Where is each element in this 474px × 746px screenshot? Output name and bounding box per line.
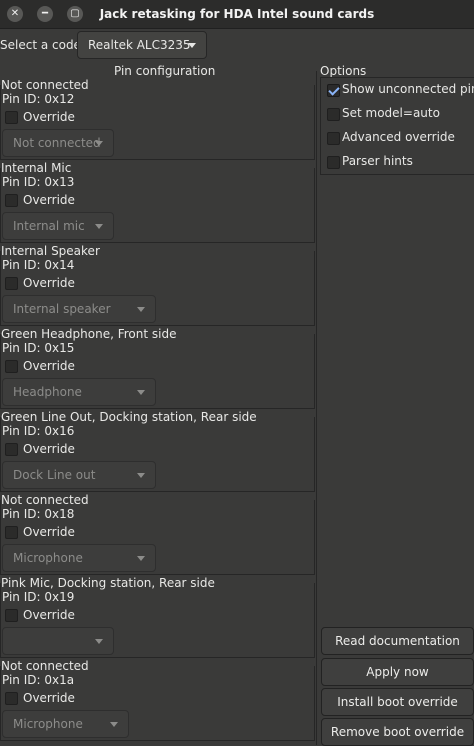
override-label[interactable]: Override — [23, 442, 75, 456]
chevron-down-icon — [95, 224, 103, 229]
override-label[interactable]: Override — [23, 608, 75, 622]
chevron-down-icon — [137, 307, 145, 312]
codec-select-value: Realtek ALC3235 — [88, 38, 191, 52]
pin-group: Internal Mic Pin ID: 0x13 Override Inter… — [0, 161, 315, 244]
checkbox-icon[interactable] — [327, 108, 340, 121]
options-panel: Show unconnected pins Set model=auto Adv… — [320, 77, 474, 175]
override-checkbox[interactable] — [5, 194, 18, 207]
pin-configuration-panel: Not connected Pin ID: 0x12 Override Not … — [0, 71, 317, 745]
pin-function-value: Microphone — [13, 551, 83, 565]
chevron-down-icon — [110, 722, 118, 727]
title-bar: ✕ ━ ▢ Jack retasking for HDA Intel sound… — [0, 0, 474, 29]
chevron-down-icon — [137, 473, 145, 478]
pin-function-value: Dock Line out — [13, 468, 96, 482]
pin-group: Green Headphone, Front side Pin ID: 0x15… — [0, 327, 315, 410]
pin-function-value: Microphone — [13, 717, 83, 731]
apply-now-button[interactable]: Apply now — [321, 658, 474, 686]
pin-function-select[interactable]: Internal mic — [2, 212, 114, 240]
option-advanced-override[interactable]: Advanced override — [321, 127, 474, 149]
read-documentation-button[interactable]: Read documentation — [321, 627, 474, 655]
pin-function-select[interactable]: Microphone — [2, 710, 129, 738]
option-parser-hints[interactable]: Parser hints — [321, 151, 474, 173]
override-label[interactable]: Override — [23, 691, 75, 705]
pin-id: Pin ID: 0x18 — [2, 507, 75, 521]
pin-id: Pin ID: 0x1a — [2, 673, 75, 687]
chevron-down-icon — [137, 556, 145, 561]
option-label: Set model=auto — [342, 106, 440, 120]
pin-function-select[interactable]: Not connected — [2, 129, 114, 157]
override-checkbox[interactable] — [5, 443, 18, 456]
override-checkbox[interactable] — [5, 111, 18, 124]
override-checkbox[interactable] — [5, 360, 18, 373]
chevron-down-icon — [95, 141, 103, 146]
checkbox-icon[interactable] — [327, 132, 340, 145]
pin-function-value: Headphone — [13, 385, 82, 399]
pin-function-select[interactable] — [2, 627, 114, 655]
chevron-down-icon — [188, 43, 196, 48]
chevron-down-icon — [137, 390, 145, 395]
option-label: Advanced override — [342, 130, 455, 144]
pin-function-select[interactable]: Internal speaker — [2, 295, 156, 323]
override-label[interactable]: Override — [23, 359, 75, 373]
checkbox-checked-icon[interactable] — [327, 84, 340, 97]
override-label[interactable]: Override — [23, 110, 75, 124]
pin-group: Not connected Pin ID: 0x12 Override Not … — [0, 78, 315, 161]
option-show-unconnected-pins[interactable]: Show unconnected pins — [321, 79, 474, 101]
pin-id: Pin ID: 0x13 — [2, 175, 75, 189]
pin-function-select[interactable]: Headphone — [2, 378, 156, 406]
pin-id: Pin ID: 0x16 — [2, 424, 75, 438]
remove-boot-override-button[interactable]: Remove boot override — [321, 718, 474, 746]
pin-group: Not connected Pin ID: 0x1a Override Micr… — [0, 659, 315, 742]
pin-group: Not connected Pin ID: 0x18 Override Micr… — [0, 493, 315, 576]
pin-group: Green Line Out, Docking station, Rear si… — [0, 410, 315, 493]
option-label: Parser hints — [342, 154, 413, 168]
override-label[interactable]: Override — [23, 525, 75, 539]
pin-group: Internal Speaker Pin ID: 0x14 Override I… — [0, 244, 315, 327]
install-boot-override-button[interactable]: Install boot override — [321, 688, 474, 716]
codec-select[interactable]: Realtek ALC3235 — [77, 31, 207, 59]
pin-function-select[interactable]: Dock Line out — [2, 461, 156, 489]
pin-id: Pin ID: 0x14 — [2, 258, 75, 272]
options-title: Options — [320, 64, 367, 78]
checkbox-icon[interactable] — [327, 156, 340, 169]
override-checkbox[interactable] — [5, 277, 18, 290]
pin-function-select[interactable]: Microphone — [2, 544, 156, 572]
pin-group: Pink Mic, Docking station, Rear side Pin… — [0, 576, 315, 659]
pin-id: Pin ID: 0x19 — [2, 590, 75, 604]
window-title: Jack retasking for HDA Intel sound cards — [99, 7, 375, 21]
override-label[interactable]: Override — [23, 276, 75, 290]
pin-id: Pin ID: 0x15 — [2, 341, 75, 355]
option-label: Show unconnected pins — [342, 82, 474, 96]
override-checkbox[interactable] — [5, 609, 18, 622]
override-label[interactable]: Override — [23, 193, 75, 207]
pin-id: Pin ID: 0x12 — [2, 92, 75, 106]
pin-function-value: Internal mic — [13, 219, 85, 233]
pin-function-value: Internal speaker — [13, 302, 111, 316]
chevron-down-icon — [95, 639, 103, 644]
override-checkbox[interactable] — [5, 692, 18, 705]
option-set-model-auto[interactable]: Set model=auto — [321, 103, 474, 125]
pin-function-value: Not connected — [13, 136, 101, 150]
override-checkbox[interactable] — [5, 526, 18, 539]
